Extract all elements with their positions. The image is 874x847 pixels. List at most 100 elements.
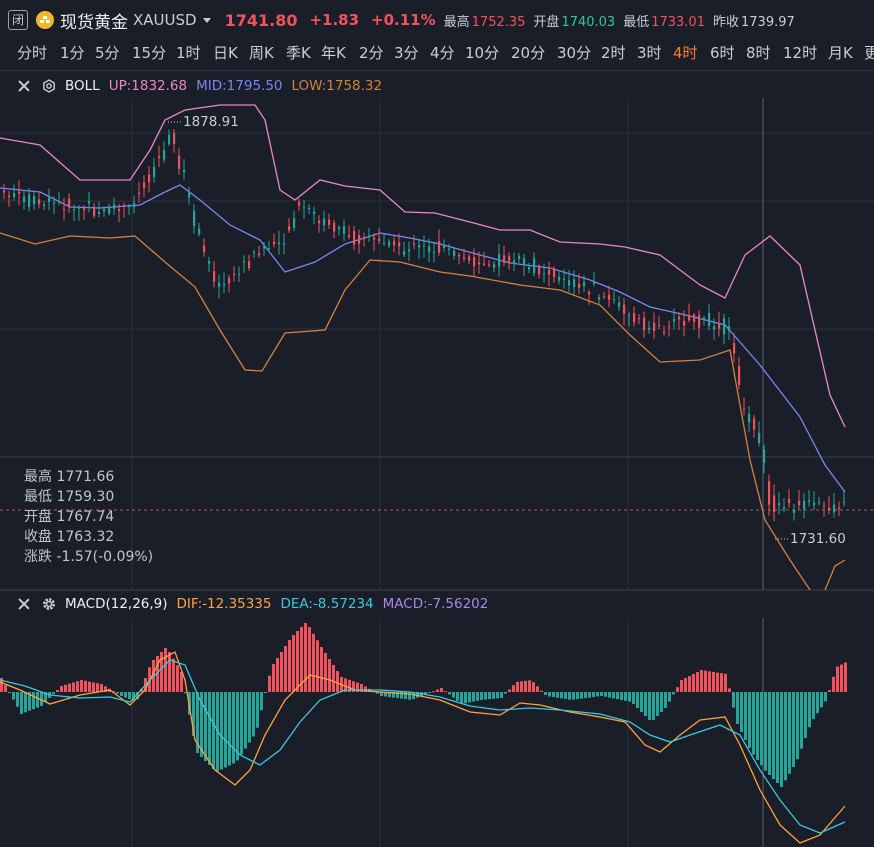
candle-body	[573, 279, 576, 288]
candle-body	[688, 315, 691, 321]
candle-body	[513, 260, 516, 264]
candle-body	[298, 202, 301, 206]
candle-body	[293, 218, 296, 228]
macd-histogram-bar	[428, 692, 431, 693]
boll-name: BOLL	[65, 78, 100, 94]
macd-histogram-bar	[92, 682, 95, 692]
macd-histogram-bar	[716, 672, 719, 692]
candle-body	[188, 192, 191, 198]
macd-histogram-bar	[680, 680, 683, 692]
candle-body	[103, 208, 106, 212]
macd-histogram-bar	[728, 688, 731, 692]
candle-body	[738, 366, 741, 385]
candle-body	[808, 500, 811, 502]
macd-histogram-bar	[584, 692, 587, 699]
macd-histogram-bar	[792, 692, 795, 767]
macd-histogram-bar	[840, 664, 843, 692]
candle-body	[183, 170, 186, 173]
macd-histogram-bar	[740, 692, 743, 732]
macd-histogram-bar	[480, 692, 483, 700]
macd-histogram-bar	[460, 692, 463, 704]
candle-body	[63, 209, 66, 211]
candle-body	[818, 502, 821, 504]
macd-histogram-bar	[612, 692, 615, 699]
boll-low-line	[824, 559, 846, 591]
macd-histogram-bar	[292, 635, 295, 692]
kline-chart[interactable]	[0, 0, 874, 847]
macd-histogram-bar	[516, 681, 519, 692]
candle-body	[768, 481, 771, 505]
candle-body	[403, 250, 406, 256]
candle-body	[223, 283, 226, 286]
macd-histogram-bar	[36, 692, 39, 708]
macd-histogram-bar	[320, 647, 323, 692]
candle-body	[488, 264, 491, 266]
candle-body	[343, 226, 346, 234]
macd-histogram-bar	[548, 692, 551, 697]
candle-body	[428, 246, 431, 253]
candle-body	[368, 235, 371, 238]
candle-body	[338, 227, 341, 230]
macd-histogram-bar	[8, 692, 11, 693]
candle-body	[238, 273, 241, 275]
macd-histogram-bar	[212, 692, 215, 769]
macd-histogram-bar	[552, 692, 555, 698]
candle-body	[333, 222, 336, 232]
candle-body	[843, 501, 846, 503]
candle-body	[623, 304, 626, 314]
macd-histogram-bar	[276, 658, 279, 692]
close-icon[interactable]	[18, 598, 30, 610]
crosshair-info: 最高 1771.66 最低 1759.30 开盘 1767.74 收盘 1763…	[24, 467, 153, 567]
candle-body	[593, 282, 596, 285]
candle-body	[708, 312, 711, 327]
macd-histogram-bar	[772, 692, 775, 779]
candle-body	[798, 500, 801, 505]
candle-body	[828, 507, 831, 510]
macd-name: MACD(12,26,9)	[65, 596, 168, 612]
settings-icon[interactable]	[42, 597, 56, 611]
candle-body	[533, 258, 536, 274]
macd-histogram-bar	[796, 692, 799, 760]
macd-histogram-bar	[640, 692, 643, 712]
candle-body	[518, 256, 521, 259]
macd-histogram-bar	[504, 692, 507, 694]
macd-histogram-bar	[756, 692, 759, 760]
macd-histogram-bar	[248, 692, 251, 743]
candle-body	[73, 209, 76, 210]
macd-histogram-bar	[536, 686, 539, 692]
candle-body	[823, 505, 826, 507]
candle-body	[678, 316, 681, 320]
candle-body	[683, 320, 686, 326]
candle-body	[448, 248, 451, 250]
candle-body	[463, 257, 466, 259]
macd-histogram-bar	[308, 627, 311, 692]
macd-histogram-bar	[172, 658, 175, 692]
macd-histogram-bar	[476, 692, 479, 701]
candle-body	[48, 197, 51, 202]
candle-body	[478, 262, 481, 265]
candle-body	[628, 314, 631, 316]
macd-histogram-bar	[280, 652, 283, 692]
candle-body	[418, 245, 421, 248]
macd-histogram-bar	[672, 692, 675, 695]
macd-histogram-bar	[572, 692, 575, 700]
close-icon[interactable]	[18, 80, 30, 92]
candle-body	[643, 317, 646, 331]
macd-histogram-bar	[268, 675, 271, 692]
macd-histogram-bar	[620, 692, 623, 700]
candle-body	[653, 322, 656, 331]
candle-body	[508, 256, 511, 262]
macd-histogram-bar	[736, 692, 739, 724]
settings-icon[interactable]	[42, 79, 56, 93]
candle-body	[88, 201, 91, 204]
candle-body	[793, 509, 796, 514]
macd-histogram-bar	[748, 692, 751, 748]
candle-body	[78, 207, 81, 209]
candle-body	[198, 228, 201, 235]
candle-body	[328, 219, 331, 225]
macd-histogram-bar	[116, 692, 119, 694]
candle-body	[473, 257, 476, 267]
candle-body	[433, 251, 436, 253]
macd-histogram-bar	[624, 692, 627, 701]
candle-body	[833, 504, 836, 513]
